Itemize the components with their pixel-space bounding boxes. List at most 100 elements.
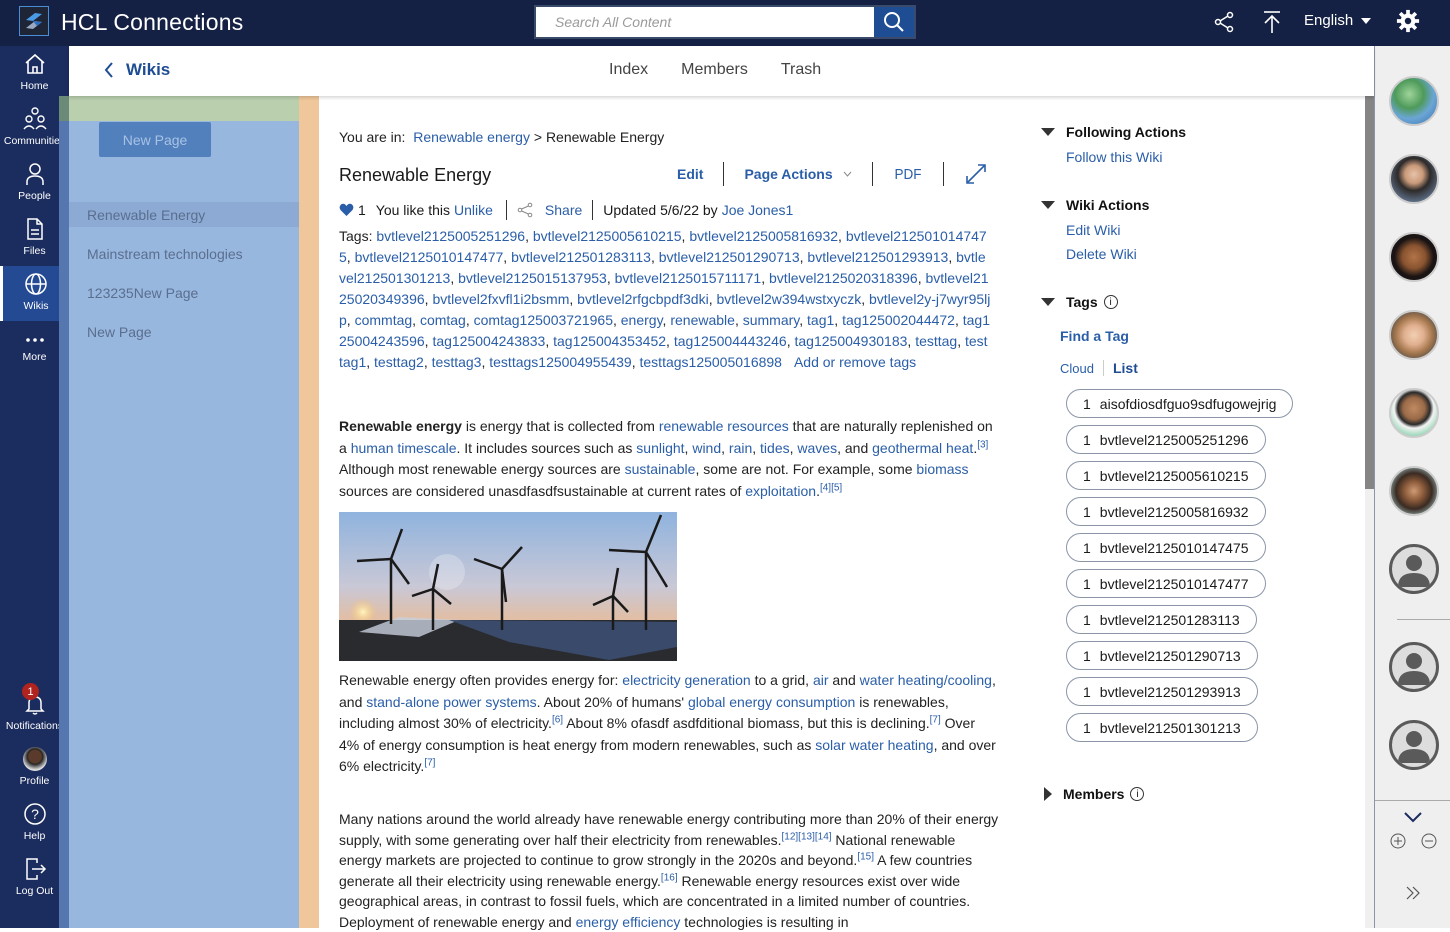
pdf-button[interactable]: PDF xyxy=(894,166,921,183)
zoom-out-icon[interactable] xyxy=(1421,833,1437,849)
page-item-mainstream-technologies[interactable]: Mainstream technologies xyxy=(69,241,299,266)
article-link[interactable]: rain xyxy=(729,440,752,456)
tag-link[interactable]: bvtlevel2rfgcbpdf3dki xyxy=(577,291,709,307)
wiki-actions-header[interactable]: Wiki Actions xyxy=(1041,197,1149,213)
tag-link[interactable]: bvtlevel2w394wstxyczk xyxy=(716,291,861,307)
expand-rail-icon[interactable] xyxy=(1405,885,1421,901)
find-tag-link[interactable]: Find a Tag xyxy=(1060,328,1129,344)
share-link[interactable]: Share xyxy=(545,202,582,218)
chevron-down-icon[interactable] xyxy=(1403,811,1423,823)
tab-trash[interactable]: Trash xyxy=(781,61,821,79)
page-item-new-page[interactable]: New Page xyxy=(69,319,299,344)
tag-link[interactable]: renewable xyxy=(670,312,735,328)
tab-members[interactable]: Members xyxy=(681,61,748,79)
avatar-placeholder[interactable] xyxy=(1389,544,1439,594)
avatar-contact[interactable] xyxy=(1389,232,1439,282)
article-link[interactable]: biomass xyxy=(916,461,968,477)
tag-link[interactable]: tag1 xyxy=(807,312,834,328)
author-link[interactable]: Joe Jones1 xyxy=(722,202,794,218)
page-item-123235new-page[interactable]: 123235New Page xyxy=(69,280,299,305)
avatar-placeholder[interactable] xyxy=(1389,642,1439,692)
following-actions-header[interactable]: Following Actions xyxy=(1041,124,1186,140)
heart-icon[interactable] xyxy=(339,203,354,217)
tag-pill[interactable]: 1 bvtlevel2125010147477 xyxy=(1066,569,1266,598)
sidebar-resize-handle[interactable] xyxy=(299,96,319,928)
breadcrumb-link[interactable]: Renewable energy xyxy=(413,129,530,145)
avatar-contact[interactable] xyxy=(1389,388,1439,438)
article-link[interactable]: global energy consumption xyxy=(688,694,855,710)
tag-link[interactable]: testtag2 xyxy=(374,354,424,370)
cloud-view-link[interactable]: Cloud xyxy=(1060,361,1094,376)
expand-icon[interactable] xyxy=(964,162,988,186)
tag-link[interactable]: bvtlevel2125015711171 xyxy=(615,270,762,286)
tag-link[interactable]: tag125004443246 xyxy=(674,333,787,349)
tag-link[interactable]: tag125004353452 xyxy=(553,333,666,349)
edit-wiki-link[interactable]: Edit Wiki xyxy=(1066,222,1120,238)
tag-link[interactable]: testtags125004955439 xyxy=(489,354,631,370)
tag-link[interactable]: tag125004930183 xyxy=(795,333,908,349)
tag-link[interactable]: bvtlevel2125020318396 xyxy=(769,270,918,286)
citation-link[interactable]: [12][13][14] xyxy=(782,831,832,842)
tag-pill[interactable]: 1 bvtlevel2125005816932 xyxy=(1066,497,1266,526)
citation-link[interactable]: [7] xyxy=(424,757,435,768)
tag-link[interactable]: bvtlevel2fxvfl1i2bsmm xyxy=(432,291,569,307)
article-link[interactable]: energy efficiency xyxy=(576,914,681,930)
unlike-link[interactable]: Unlike xyxy=(454,202,493,218)
back-to-wikis[interactable]: Wikis xyxy=(104,60,170,80)
tag-link[interactable]: comtag xyxy=(420,312,466,328)
citation-link[interactable]: [15] xyxy=(857,851,874,862)
article-link[interactable]: water heating/cooling xyxy=(860,672,992,688)
info-icon[interactable]: i xyxy=(1103,295,1118,309)
article-link[interactable]: exploitation xyxy=(745,483,816,499)
share-icon[interactable] xyxy=(1212,10,1236,34)
avatar-globe[interactable] xyxy=(1389,76,1439,126)
tag-link[interactable]: commtag xyxy=(355,312,413,328)
avatar-contact[interactable] xyxy=(1389,310,1439,360)
tag-link[interactable]: energy xyxy=(621,312,663,328)
article-link[interactable]: air xyxy=(813,672,829,688)
tags-header[interactable]: Tags i xyxy=(1041,294,1118,310)
tag-link[interactable]: bvtlevel2125005251296 xyxy=(376,228,525,244)
delete-wiki-link[interactable]: Delete Wiki xyxy=(1066,246,1137,262)
avatar-contact[interactable] xyxy=(1389,154,1439,204)
tag-link[interactable]: tag125004243833 xyxy=(432,333,545,349)
citation-link[interactable]: [4][5] xyxy=(820,482,842,493)
tab-index[interactable]: Index xyxy=(609,61,648,79)
search-input[interactable] xyxy=(536,7,874,37)
tag-pill[interactable]: 1 bvtlevel212501290713 xyxy=(1066,641,1258,670)
article-link[interactable]: sunlight xyxy=(636,440,684,456)
citation-link[interactable]: [6] xyxy=(552,714,563,725)
avatar-contact[interactable] xyxy=(1389,466,1439,516)
gear-icon[interactable] xyxy=(1396,9,1420,33)
tag-link[interactable]: bvtlevel2125015137953 xyxy=(458,270,607,286)
tag-pill[interactable]: 1 bvtlevel212501293913 xyxy=(1066,677,1258,706)
edit-button[interactable]: Edit xyxy=(677,166,703,182)
tag-link[interactable]: testtag3 xyxy=(432,354,482,370)
tag-link[interactable]: bvtlevel212501283113 xyxy=(511,249,651,265)
tag-pill[interactable]: 1 bvtlevel212501283113 xyxy=(1066,605,1257,634)
tag-link[interactable]: bvtlevel212501290713 xyxy=(659,249,800,265)
article-link[interactable]: human timescale xyxy=(351,440,457,456)
page-item-renewable-energy[interactable]: Renewable Energy xyxy=(69,202,299,227)
article-link[interactable]: stand-alone power systems xyxy=(366,694,536,710)
article-link[interactable]: tides xyxy=(760,440,790,456)
tag-link[interactable]: comtag125003721965 xyxy=(474,312,613,328)
citation-link[interactable]: [7] xyxy=(930,714,941,725)
zoom-in-icon[interactable] xyxy=(1390,833,1406,849)
list-view-link[interactable]: List xyxy=(1113,360,1138,376)
page-actions-menu[interactable]: Page Actions xyxy=(744,166,852,182)
article-link[interactable]: geothermal heat xyxy=(872,440,973,456)
article-link[interactable]: waves xyxy=(797,440,837,456)
tag-link[interactable]: tag125002044472 xyxy=(842,312,955,328)
avatar-placeholder[interactable] xyxy=(1389,720,1439,770)
new-page-button[interactable]: New Page xyxy=(99,122,211,157)
info-icon[interactable]: i xyxy=(1130,787,1145,801)
tag-pill[interactable]: 1 bvtlevel2125005251296 xyxy=(1066,425,1266,454)
tag-link[interactable]: testtags125005016898 xyxy=(640,354,782,370)
article-link[interactable]: electricity generation xyxy=(622,672,750,688)
article-link[interactable]: wind xyxy=(692,440,721,456)
article-link[interactable]: renewable resources xyxy=(659,418,789,434)
tag-pill[interactable]: 1 bvtlevel212501301213 xyxy=(1066,713,1258,742)
add-remove-tags-link[interactable]: Add or remove tags xyxy=(794,354,916,370)
tag-pill[interactable]: 1 bvtlevel2125005610215 xyxy=(1066,461,1266,490)
